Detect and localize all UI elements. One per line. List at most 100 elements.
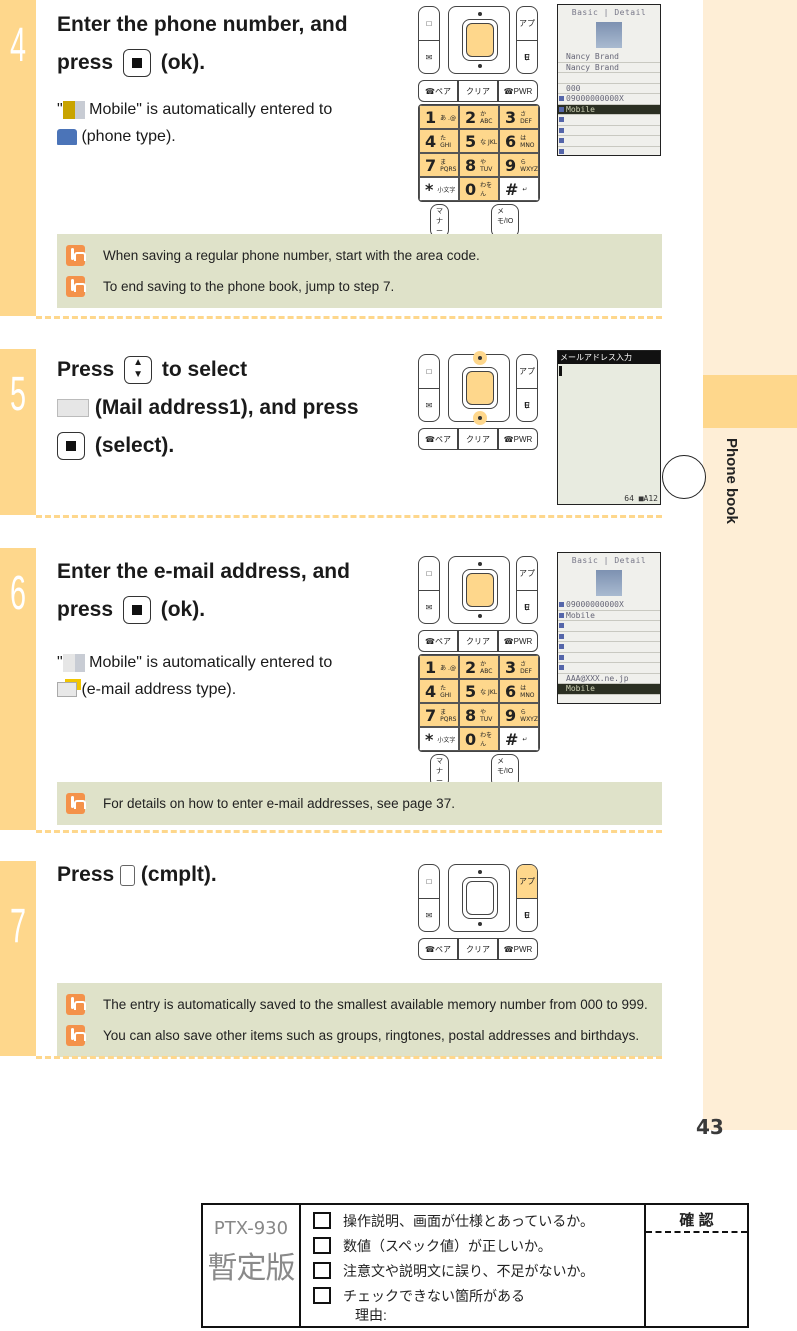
number-key-*: * 小文字 xyxy=(419,177,459,201)
checklist-text: 注意文や説明文に誤り、不足がないか。 xyxy=(343,1263,595,1279)
phone-type-add-icon xyxy=(57,128,77,145)
phone-screen: Basic | Detail 09000000000X Mobile AAA@XXX.… xyxy=(557,552,661,704)
number-key-0: 0 わをん xyxy=(459,727,499,751)
call-row: ☎ ペア クリア ☎ PWR xyxy=(418,428,538,450)
call-key: ☎ ペア xyxy=(418,428,458,450)
sidebar-background xyxy=(703,0,797,1130)
heading-line: (select). xyxy=(57,427,359,465)
call-row: ☎ ペア クリア ☎ PWR xyxy=(418,630,538,652)
center-key xyxy=(462,19,498,61)
e-key: E xyxy=(524,911,530,920)
side-key-left: □ ✉ xyxy=(418,556,440,624)
checkbox[interactable] xyxy=(313,1262,331,1279)
notes-box: When saving a regular phone number, star… xyxy=(57,234,662,308)
number-keys: 1あ .@ 2 か ABC 3 さ DEF 4 た GHI 5 な JKL 6 は MNO 7 ま PQ… xyxy=(418,654,540,752)
pointing-hand-icon xyxy=(66,994,86,1015)
e-key: E xyxy=(524,401,530,410)
clear-key: クリア xyxy=(458,630,498,652)
desc-text: Mobile" is automatically entered to xyxy=(84,101,333,118)
page-number: 43 xyxy=(696,1115,724,1139)
step-7: 7 Press (cmplt). □ ✉ アプリ E ☎ ペア クリア ☎ PWR Th… xyxy=(0,861,662,1059)
checkbox[interactable] xyxy=(313,1287,331,1304)
heading-line: (Mail address1), and press xyxy=(57,389,359,427)
phonebook-key: □ xyxy=(419,865,439,899)
note-text: To end saving to the phone book, jump to… xyxy=(103,279,395,294)
step-divider xyxy=(36,1056,662,1059)
number-key-#: # ↵ xyxy=(499,727,539,751)
note-item: When saving a regular phone number, star… xyxy=(57,240,662,271)
contact-photo xyxy=(596,570,622,596)
step-description: " Mobile" is automatically entered to (p… xyxy=(57,96,332,150)
number-key-2: 2か ABC xyxy=(459,655,499,679)
note-item: The entry is automatically saved to the … xyxy=(57,989,662,1020)
call-key: ☎ ペア xyxy=(418,80,458,102)
screen-row: 09000000000X xyxy=(558,600,660,611)
heading-line: Press ▲ ▼ to select xyxy=(57,351,359,389)
number-key-3: 3さ DEF xyxy=(499,105,539,129)
number-key-6: 6は MNO xyxy=(499,129,539,153)
screen-row xyxy=(558,653,660,663)
number-key-4: 4た GHI xyxy=(419,129,459,153)
heading-text: press xyxy=(57,598,114,621)
screen-row: 09000000000X xyxy=(558,94,660,105)
dpad xyxy=(448,6,510,74)
note-text: For details on how to enter e-mail addre… xyxy=(103,796,455,811)
heading-line: press (ok). xyxy=(57,591,350,629)
step-description: " Mobile" is automatically entered to (e… xyxy=(57,649,332,703)
mail-key: ✉ xyxy=(425,911,433,920)
step-divider xyxy=(36,515,662,518)
center-key xyxy=(462,569,498,611)
number-key-9: 9ら WXYZ xyxy=(499,703,539,727)
reason-label: 理由: xyxy=(355,1307,387,1323)
email-type-add-icon xyxy=(57,682,77,698)
desc-line: (e-mail address type). xyxy=(57,676,332,703)
number-key-2: 2か ABC xyxy=(459,105,499,129)
power-key: ☎ PWR xyxy=(498,80,538,102)
desc-text: (e-mail address type). xyxy=(77,681,237,698)
soft-keys: マナー メモ/IO xyxy=(430,204,520,238)
number-key-4: 4た GHI xyxy=(419,679,459,703)
desc-text: (phone type). xyxy=(77,128,176,145)
note-item: To end saving to the phone book, jump to… xyxy=(57,271,662,302)
mail-key: ✉ xyxy=(425,603,433,612)
screen-tabs: Basic | Detail xyxy=(571,556,647,565)
checkbox[interactable] xyxy=(313,1237,331,1254)
step-number: 6 xyxy=(9,567,27,620)
note-item: You can also save other items such as gr… xyxy=(57,1020,662,1051)
screen-status: 64 ■A12 xyxy=(624,494,658,503)
mobile-phone-icon xyxy=(62,100,85,119)
pointing-hand-icon xyxy=(66,793,86,814)
phone-screen: Basic | Detail Nancy Brand Nancy Brand 000 0… xyxy=(557,4,661,156)
mail-key: ✉ xyxy=(425,401,433,410)
screen-row xyxy=(558,73,660,84)
appli-key: アプリ xyxy=(517,7,537,62)
heading-text: (select). xyxy=(94,434,175,457)
step-number: 7 xyxy=(9,900,27,953)
phonebook-key: □ xyxy=(419,557,439,591)
number-keys: 1あ .@ 2 か ABC 3 さ DEF 4 た GHI 5 な JKL 6 は MNO 7 ま PQ… xyxy=(418,104,540,202)
checklist-item: 注意文や説明文に誤り、不足がないか。 xyxy=(313,1261,644,1286)
screen-row xyxy=(558,147,660,156)
number-key-9: 9ら WXYZ xyxy=(499,153,539,177)
heading-text: (ok). xyxy=(160,51,206,74)
sidebar-section-label: Phone book xyxy=(723,438,740,524)
memo-key: メモ/IO xyxy=(491,204,520,238)
step-divider xyxy=(36,830,662,833)
checkbox[interactable] xyxy=(313,1212,331,1229)
screen-row xyxy=(558,126,660,136)
heading-line: press (ok). xyxy=(57,44,348,82)
screen-row xyxy=(558,632,660,642)
e-key: E xyxy=(524,603,530,612)
number-key-7: 7ま PQRS xyxy=(419,703,459,727)
screen-row xyxy=(558,663,660,674)
ok-key-icon xyxy=(122,596,151,625)
desc-line: " Mobile" is automatically entered to xyxy=(57,96,332,123)
power-key: ☎ PWR xyxy=(498,938,538,960)
heading-text: (Mail address1), and press xyxy=(89,396,359,419)
heading-text: (ok). xyxy=(160,598,206,621)
number-key-1: 1あ .@ xyxy=(419,655,459,679)
side-key-right: アプリ E xyxy=(516,556,538,624)
step-4: 4 Enter the phone number, and press (ok)… xyxy=(0,0,662,319)
ok-key-icon xyxy=(122,49,151,78)
screen-row xyxy=(558,136,660,147)
